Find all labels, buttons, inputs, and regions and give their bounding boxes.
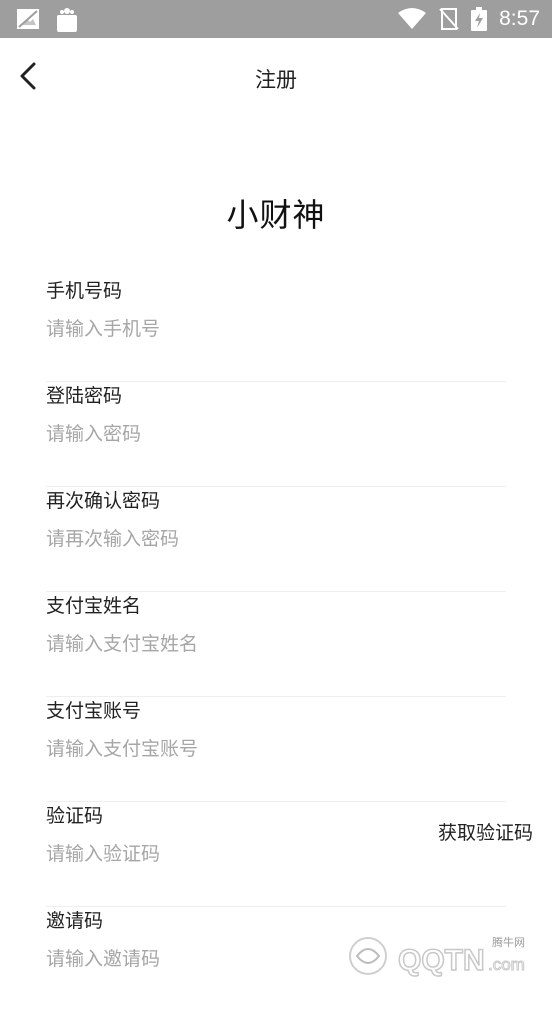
confirm-password-label: 再次确认密码: [46, 490, 161, 512]
confirm-password-field: 再次确认密码: [46, 486, 506, 592]
app-name: 小财神: [226, 196, 326, 234]
image-notification-icon: [17, 9, 39, 29]
alipay-account-field: 支付宝账号: [46, 696, 506, 802]
alipay-name-field: 支付宝姓名: [46, 591, 506, 697]
phone-input[interactable]: [46, 314, 406, 344]
app-bar: 注册: [0, 38, 552, 116]
no-sim-icon: [439, 8, 459, 30]
watermark-logo: QQTN .com 腾牛网: [349, 935, 525, 978]
svg-text:腾牛网: 腾牛网: [492, 935, 525, 949]
alipay-name-input[interactable]: [46, 629, 406, 659]
battery-charging-icon: [471, 7, 488, 31]
password-field: 登陆密码: [46, 381, 506, 487]
password-input[interactable]: [46, 419, 406, 449]
shopping-bag-icon: [57, 8, 77, 32]
status-right-icons: 8:57: [397, 0, 540, 38]
alipay-account-input[interactable]: [46, 734, 406, 764]
phone-field: 手机号码: [46, 276, 506, 382]
page-title: 注册: [255, 68, 297, 92]
watermark: QQTN .com 腾牛网: [340, 930, 552, 981]
verification-code-field: 验证码: [46, 801, 506, 907]
verification-code-input[interactable]: [46, 839, 406, 869]
svg-text:QQTN: QQTN: [398, 944, 485, 977]
confirm-password-input[interactable]: [46, 524, 406, 554]
status-bar: 8:57: [0, 0, 552, 38]
phone-label: 手机号码: [46, 280, 123, 302]
svg-text:.com: .com: [488, 955, 525, 974]
alipay-name-label: 支付宝姓名: [46, 595, 142, 617]
invite-code-label: 邀请码: [46, 910, 104, 932]
wifi-icon: [398, 8, 427, 29]
verification-code-label: 验证码: [46, 805, 104, 827]
status-time: 8:57: [499, 7, 540, 30]
alipay-account-label: 支付宝账号: [46, 700, 142, 722]
status-left-icons: [16, 7, 80, 33]
get-code-button[interactable]: 获取验证码: [438, 818, 533, 845]
password-label: 登陆密码: [46, 385, 123, 407]
